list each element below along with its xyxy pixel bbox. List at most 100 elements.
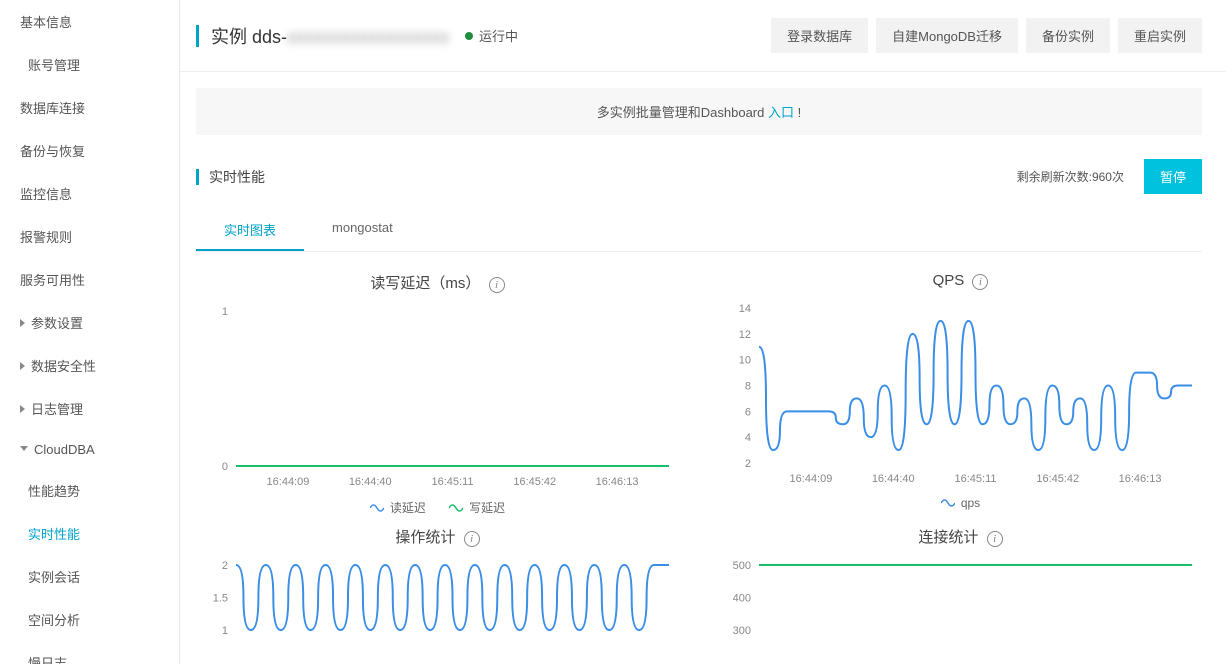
sidebar-item-label: 报警规则 xyxy=(20,227,72,246)
instance-title-prefix: 实例 dds- xyxy=(211,27,287,47)
legend-write-latency: 写延迟 xyxy=(469,499,505,516)
svg-text:10: 10 xyxy=(739,355,751,367)
sidebar-item[interactable]: 报警规则 xyxy=(0,215,179,258)
migrate-mongodb-button[interactable]: 自建MongoDB迁移 xyxy=(876,18,1018,53)
svg-text:1: 1 xyxy=(222,306,228,318)
login-db-button[interactable]: 登录数据库 xyxy=(771,18,868,53)
svg-text:16:44:40: 16:44:40 xyxy=(349,476,392,488)
sidebar-item[interactable]: 服务可用性 xyxy=(0,258,179,301)
info-icon[interactable]: i xyxy=(987,531,1003,547)
sidebar-item-label: 慢日志 xyxy=(28,653,67,664)
conn-chart: 连接统计 i 300 400 500 xyxy=(719,526,1202,635)
refresh-count-text: 剩余刷新次数:960次 xyxy=(1017,168,1124,185)
qps-legend: qps xyxy=(719,496,1202,510)
svg-text:8: 8 xyxy=(745,381,751,393)
page-header: 实例 dds-xxxxxxxxxxxxxxxxxx 运行中 登录数据库 自建Mo… xyxy=(180,0,1226,72)
svg-text:16:46:13: 16:46:13 xyxy=(596,476,639,488)
sidebar-item-label: 数据库连接 xyxy=(20,98,85,117)
svg-text:16:45:11: 16:45:11 xyxy=(431,476,473,488)
svg-text:16:45:11: 16:45:11 xyxy=(954,473,996,485)
svg-text:0: 0 xyxy=(222,461,228,473)
sidebar-item[interactable]: 数据库连接 xyxy=(0,86,179,129)
sidebar-item-label: 备份与恢复 xyxy=(20,141,85,160)
tab[interactable]: 实时图表 xyxy=(196,210,304,251)
sidebar-item[interactable]: 参数设置 xyxy=(0,301,179,344)
svg-text:6: 6 xyxy=(745,406,751,418)
tab[interactable]: mongostat xyxy=(304,210,421,251)
sidebar-item[interactable]: 性能趋势 xyxy=(0,469,179,512)
latency-chart-title: 读写延迟（ms） xyxy=(370,275,480,292)
sidebar-item[interactable]: 慢日志 xyxy=(0,641,179,664)
svg-text:2: 2 xyxy=(222,560,228,572)
qps-chart-svg: 246810121416:44:0916:44:4016:45:1116:45:… xyxy=(719,298,1202,488)
caret-right-icon xyxy=(20,319,25,327)
sidebar-item-label: 性能趋势 xyxy=(28,481,80,500)
caret-down-icon xyxy=(20,446,28,455)
status-text: 运行中 xyxy=(479,26,518,45)
sidebar-item[interactable]: 日志管理 xyxy=(0,387,179,430)
sidebar-item[interactable]: 备份与恢复 xyxy=(0,129,179,172)
section-accent-bar xyxy=(196,169,199,185)
info-icon[interactable]: i xyxy=(489,277,505,293)
svg-text:16:45:42: 16:45:42 xyxy=(513,476,556,488)
caret-right-icon xyxy=(20,362,25,370)
latency-chart: 读写延迟（ms） i 0 1 16:44:09 16:44:40 16:45:11 16:… xyxy=(196,272,679,516)
svg-text:16:44:09: 16:44:09 xyxy=(790,473,833,485)
svg-text:1: 1 xyxy=(222,625,228,635)
svg-text:2: 2 xyxy=(745,458,751,470)
sidebar-item[interactable]: 实时性能 xyxy=(0,512,179,555)
conn-chart-svg: 300 400 500 xyxy=(719,555,1202,635)
sidebar-item-label: 参数设置 xyxy=(31,313,83,332)
svg-text:16:46:13: 16:46:13 xyxy=(1119,473,1162,485)
banner-text: 多实例批量管理和Dashboard xyxy=(597,105,768,120)
instance-id-masked: xxxxxxxxxxxxxxxxxx xyxy=(287,27,449,47)
latency-legend: 读延迟 写延迟 xyxy=(196,499,679,516)
pause-button[interactable]: 暂停 xyxy=(1144,159,1202,194)
sidebar-item-label: 实时性能 xyxy=(28,524,80,543)
caret-right-icon xyxy=(20,405,25,413)
sidebar-item-label: 服务可用性 xyxy=(20,270,85,289)
sidebar-item[interactable]: 基本信息 xyxy=(0,0,179,43)
svg-text:300: 300 xyxy=(733,625,751,635)
dashboard-entry-link[interactable]: 入口 xyxy=(768,105,794,120)
ops-chart-svg: 11.52 xyxy=(196,555,679,635)
sidebar-item-label: 数据安全性 xyxy=(31,356,96,375)
svg-text:12: 12 xyxy=(739,329,751,341)
sidebar-item-label: 日志管理 xyxy=(31,399,83,418)
realtime-section: 实时性能 剩余刷新次数:960次 暂停 xyxy=(196,159,1202,194)
svg-text:4: 4 xyxy=(745,432,751,444)
backup-instance-button[interactable]: 备份实例 xyxy=(1026,18,1110,53)
info-icon[interactable]: i xyxy=(464,531,480,547)
svg-text:400: 400 xyxy=(733,593,751,605)
sidebar-item[interactable]: 实例会话 xyxy=(0,555,179,598)
chart-tabs: 实时图表mongostat xyxy=(196,210,1202,252)
sidebar-item[interactable]: 监控信息 xyxy=(0,172,179,215)
banner-text-after: ! xyxy=(794,105,801,120)
svg-text:16:44:40: 16:44:40 xyxy=(872,473,915,485)
charts-grid: 读写延迟（ms） i 0 1 16:44:09 16:44:40 16:45:11 16:… xyxy=(180,252,1226,635)
title-accent-bar xyxy=(196,25,199,47)
sidebar-item[interactable]: 账号管理 xyxy=(0,43,179,86)
status-dot-icon xyxy=(465,32,473,40)
ops-chart: 操作统计 i 11.52 xyxy=(196,526,679,635)
svg-text:500: 500 xyxy=(733,560,751,572)
sidebar-item-label: 监控信息 xyxy=(20,184,72,203)
latency-chart-svg: 0 1 16:44:09 16:44:40 16:45:11 16:45:42 16:46:… xyxy=(196,301,679,491)
conn-chart-title: 连接统计 xyxy=(918,529,978,546)
sidebar: 基本信息账号管理数据库连接备份与恢复监控信息报警规则服务可用性参数设置数据安全性… xyxy=(0,0,180,664)
ops-chart-title: 操作统计 xyxy=(395,529,455,546)
legend-qps: qps xyxy=(961,496,980,510)
svg-text:16:44:09: 16:44:09 xyxy=(267,476,310,488)
info-icon[interactable]: i xyxy=(972,274,988,290)
restart-instance-button[interactable]: 重启实例 xyxy=(1118,18,1202,53)
main-content: 实例 dds-xxxxxxxxxxxxxxxxxx 运行中 登录数据库 自建Mo… xyxy=(180,0,1226,664)
instance-title: 实例 dds-xxxxxxxxxxxxxxxxxx xyxy=(211,23,449,49)
sidebar-item[interactable]: 数据安全性 xyxy=(0,344,179,387)
sidebar-item[interactable]: CloudDBA xyxy=(0,430,179,469)
qps-chart: QPS i 246810121416:44:0916:44:4016:45:11… xyxy=(719,272,1202,516)
dashboard-banner: 多实例批量管理和Dashboard 入口 ! xyxy=(196,88,1202,135)
sidebar-item-label: CloudDBA xyxy=(34,442,95,457)
sidebar-item-label: 账号管理 xyxy=(28,55,80,74)
sidebar-item[interactable]: 空间分析 xyxy=(0,598,179,641)
svg-text:16:45:42: 16:45:42 xyxy=(1036,473,1079,485)
